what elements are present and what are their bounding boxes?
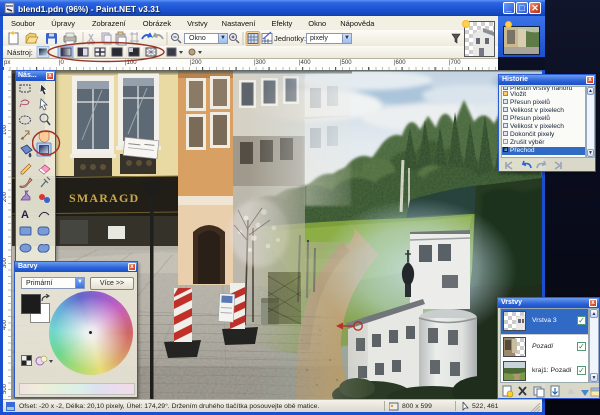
svg-text:A: A [21, 209, 29, 221]
svg-text:SMARAGD: SMARAGD [69, 191, 139, 205]
